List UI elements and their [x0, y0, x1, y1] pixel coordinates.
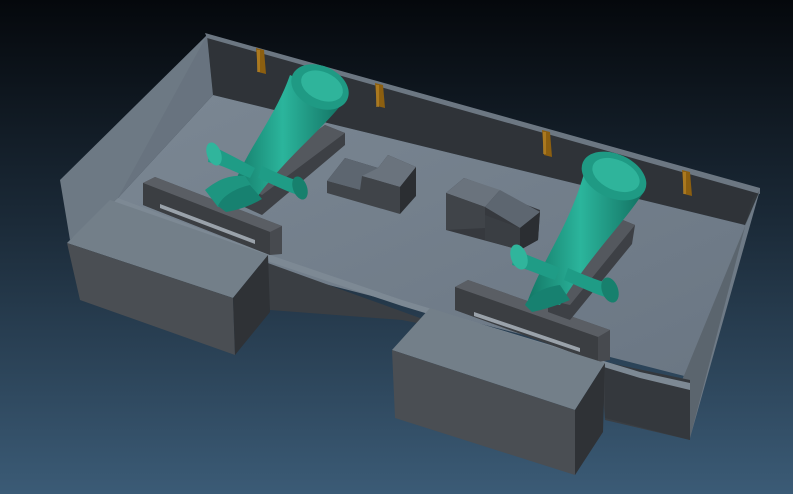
3d-viewport[interactable]: [0, 0, 793, 494]
scene-render: [60, 33, 760, 475]
